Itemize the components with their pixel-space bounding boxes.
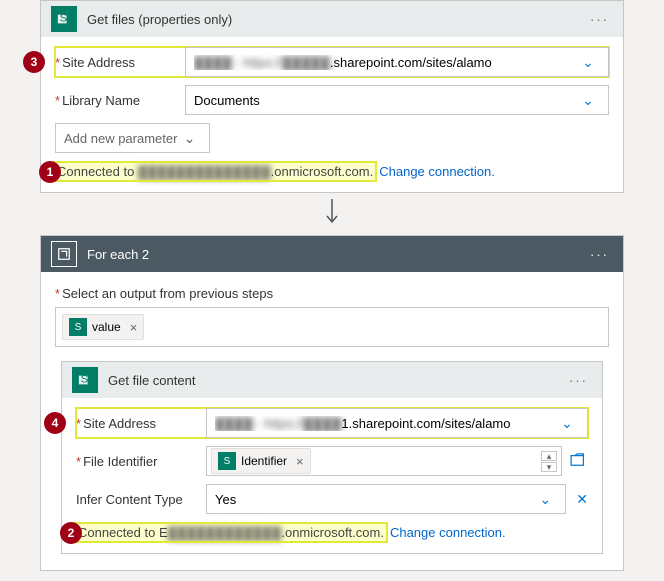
infer-type-dropdown[interactable]: Yes ⌄ — [206, 484, 566, 514]
callout-badge-4: 4 — [44, 412, 66, 434]
field-row-add-param: Add new parameter ⌄ — [55, 123, 609, 153]
output-select-field[interactable]: S value × — [55, 307, 609, 347]
more-menu-button[interactable]: ··· — [586, 12, 613, 27]
chevron-down-icon[interactable]: ⌄ — [576, 92, 600, 109]
field-label: *Site Address — [76, 416, 206, 431]
loop-icon — [51, 241, 77, 267]
card-title: Get files (properties only) — [87, 12, 586, 27]
field-label: *File Identifier — [76, 454, 206, 469]
remove-field-icon[interactable]: ✕ — [576, 491, 588, 508]
field-row-site-address: 3 *Site Address ▓▓▓▓ - https://▓▓▓▓▓.sha… — [55, 47, 609, 77]
field-label: Infer Content Type — [76, 492, 206, 507]
chevron-down-icon[interactable]: ⌄ — [177, 130, 201, 147]
sharepoint-icon: S — [218, 452, 236, 470]
connection-footer: 1 Connected to ▓▓▓▓▓▓▓▓▓▓▓▓▓▓.onmicrosof… — [55, 163, 609, 180]
card-title: For each 2 — [87, 247, 586, 262]
callout-badge-2: 2 — [60, 522, 82, 544]
flow-arrow-icon — [40, 193, 624, 235]
field-label: *Select an output from previous steps — [55, 286, 609, 301]
svg-text:S: S — [60, 13, 68, 25]
remove-token-icon[interactable]: × — [292, 454, 304, 469]
library-name-dropdown[interactable]: Documents ⌄ — [185, 85, 609, 115]
chevron-down-icon[interactable]: ⌄ — [533, 491, 557, 508]
stepper-buttons[interactable]: ▴▾ — [541, 451, 557, 472]
loop-card-for-each: For each 2 ··· *Select an output from pr… — [40, 235, 624, 571]
field-row-library-name: *Library Name Documents ⌄ — [55, 85, 609, 115]
sharepoint-icon: S — [51, 6, 77, 32]
add-parameter-dropdown[interactable]: Add new parameter ⌄ — [55, 123, 210, 153]
callout-badge-3: 3 — [23, 51, 45, 73]
action-card-get-file-content: S Get file content ··· 4 *Site Address ▓… — [61, 361, 603, 554]
file-identifier-field[interactable]: S Identifier × ▴▾ — [206, 446, 562, 476]
callout-badge-1: 1 — [39, 161, 61, 183]
dynamic-token-value[interactable]: S value × — [62, 314, 144, 340]
dynamic-token-identifier[interactable]: S Identifier × — [211, 448, 311, 474]
site-address-dropdown[interactable]: ▓▓▓▓ - https://▓▓▓▓1.sharepoint.com/site… — [206, 408, 588, 438]
change-connection-link[interactable]: Change connection. — [390, 525, 506, 540]
step-down-icon: ▾ — [541, 462, 557, 472]
card-header[interactable]: S Get files (properties only) ··· — [41, 1, 623, 37]
folder-picker-icon[interactable] — [570, 453, 588, 470]
site-address-dropdown[interactable]: ▓▓▓▓ - https://▓▓▓▓▓.sharepoint.com/site… — [185, 47, 609, 77]
sharepoint-icon: S — [72, 367, 98, 393]
connection-footer: 2 Connected to E▓▓▓▓▓▓▓▓▓▓▓▓.onmicrosoft… — [76, 524, 588, 541]
chevron-down-icon[interactable]: ⌄ — [555, 415, 579, 432]
action-card-get-files: S Get files (properties only) ··· 3 *Sit… — [40, 0, 624, 193]
card-title: Get file content — [108, 373, 565, 388]
sharepoint-icon: S — [69, 318, 87, 336]
field-row-infer-content-type: Infer Content Type Yes ⌄ ✕ — [76, 484, 588, 514]
card-header[interactable]: For each 2 ··· — [41, 236, 623, 272]
field-label: *Library Name — [55, 93, 185, 108]
change-connection-link[interactable]: Change connection. — [379, 164, 495, 179]
step-up-icon: ▴ — [541, 451, 557, 461]
card-header[interactable]: S Get file content ··· — [62, 362, 602, 398]
field-label: *Site Address — [55, 55, 185, 70]
remove-token-icon[interactable]: × — [126, 320, 138, 335]
chevron-down-icon[interactable]: ⌄ — [576, 54, 600, 71]
field-row-site-address: 4 *Site Address ▓▓▓▓ - https://▓▓▓▓1.sha… — [76, 408, 588, 438]
more-menu-button[interactable]: ··· — [565, 373, 592, 388]
field-row-file-identifier: *File Identifier S Identifier × ▴▾ — [76, 446, 588, 476]
more-menu-button[interactable]: ··· — [586, 247, 613, 262]
svg-text:S: S — [81, 374, 89, 386]
